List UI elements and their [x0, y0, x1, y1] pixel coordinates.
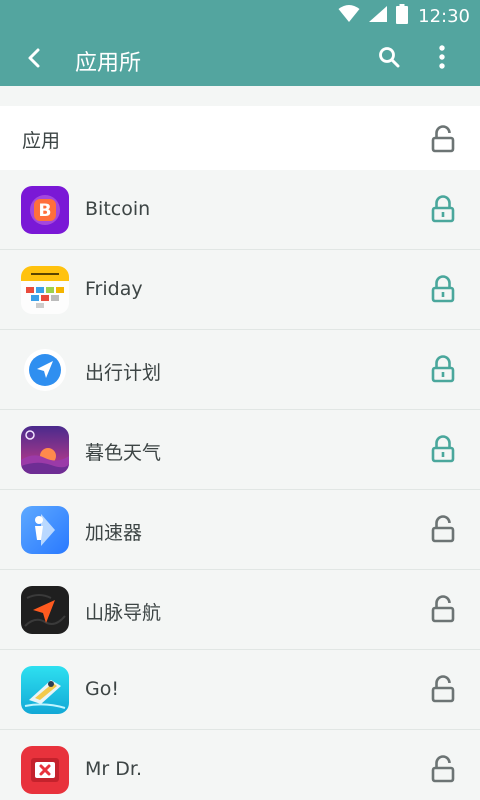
unlocked-padlock-icon — [430, 595, 456, 627]
lock-toggle[interactable] — [430, 275, 456, 303]
app-row-twilight-weather[interactable]: 暮色天气 — [0, 410, 480, 490]
app-name: 出行计划 — [85, 362, 162, 384]
app-row-accelerator[interactable]: 加速器 — [0, 490, 480, 570]
lock-toggle[interactable] — [430, 595, 456, 623]
app-row-travel-plan[interactable]: 出行计划 — [0, 330, 480, 410]
back-button[interactable] — [18, 44, 50, 76]
app-name: 暮色天气 — [85, 442, 162, 464]
lock-toggle[interactable] — [430, 435, 456, 463]
unlocked-padlock-icon — [430, 675, 456, 707]
app-name: Go! — [85, 678, 119, 700]
travel-plan-app-icon — [21, 346, 69, 394]
status-bar: 12:30 — [0, 0, 480, 32]
app-name: 加速器 — [85, 522, 143, 544]
lock-toggle[interactable] — [430, 755, 456, 783]
unlocked-padlock-icon — [430, 755, 456, 787]
wifi-icon — [338, 5, 360, 27]
accelerator-app-icon — [21, 506, 69, 554]
section-header: 应用 — [0, 106, 480, 170]
friday-app-icon — [21, 266, 69, 314]
mountain-navigation-app-icon — [21, 586, 69, 634]
svg-text:B: B — [39, 201, 52, 221]
lock-toggle[interactable] — [430, 195, 456, 223]
app-row-go[interactable]: Go! — [0, 650, 480, 730]
unlocked-padlock-icon — [430, 515, 456, 547]
more-options-button[interactable] — [428, 44, 456, 74]
section-title: 应用 — [22, 130, 61, 152]
locked-padlock-icon — [430, 275, 456, 307]
mr-dr-app-icon — [21, 746, 69, 794]
locked-padlock-icon — [430, 435, 456, 467]
app-name: Bitcoin — [85, 198, 151, 220]
twilight-weather-app-icon — [21, 426, 69, 474]
unlocked-padlock-icon — [430, 125, 456, 157]
app-list: B Bitcoin Friday 出行计划 暮色天气 加速器 山脉导航 Go! … — [0, 170, 480, 800]
lock-toggle[interactable] — [430, 675, 456, 703]
search-button[interactable] — [374, 44, 404, 74]
more-vertical-icon — [438, 45, 446, 73]
app-row-mountain-navigation[interactable]: 山脉导航 — [0, 570, 480, 650]
status-icons: 12:30 — [338, 4, 470, 28]
battery-icon — [396, 4, 409, 28]
lock-toggle[interactable] — [430, 355, 456, 383]
chevron-left-icon — [26, 47, 42, 73]
app-row-friday[interactable]: Friday — [0, 250, 480, 330]
bitcoin-app-icon: B — [21, 186, 69, 234]
cellular-signal-icon — [368, 5, 388, 27]
app-bar: 应用所 — [0, 32, 480, 86]
section-lock-toggle[interactable] — [430, 125, 456, 153]
app-row-mr-dr[interactable]: Mr Dr. — [0, 730, 480, 800]
app-name: Mr Dr. — [85, 758, 142, 780]
app-name: 山脉导航 — [85, 602, 162, 624]
page-title: 应用所 — [75, 51, 142, 76]
locked-padlock-icon — [430, 355, 456, 387]
header-spacer — [0, 86, 480, 106]
search-icon — [378, 46, 400, 72]
app-row-bitcoin[interactable]: B Bitcoin — [0, 170, 480, 250]
locked-padlock-icon — [430, 195, 456, 227]
lock-toggle[interactable] — [430, 515, 456, 543]
status-time: 12:30 — [418, 5, 470, 27]
app-name: Friday — [85, 278, 143, 300]
go-app-icon — [21, 666, 69, 714]
